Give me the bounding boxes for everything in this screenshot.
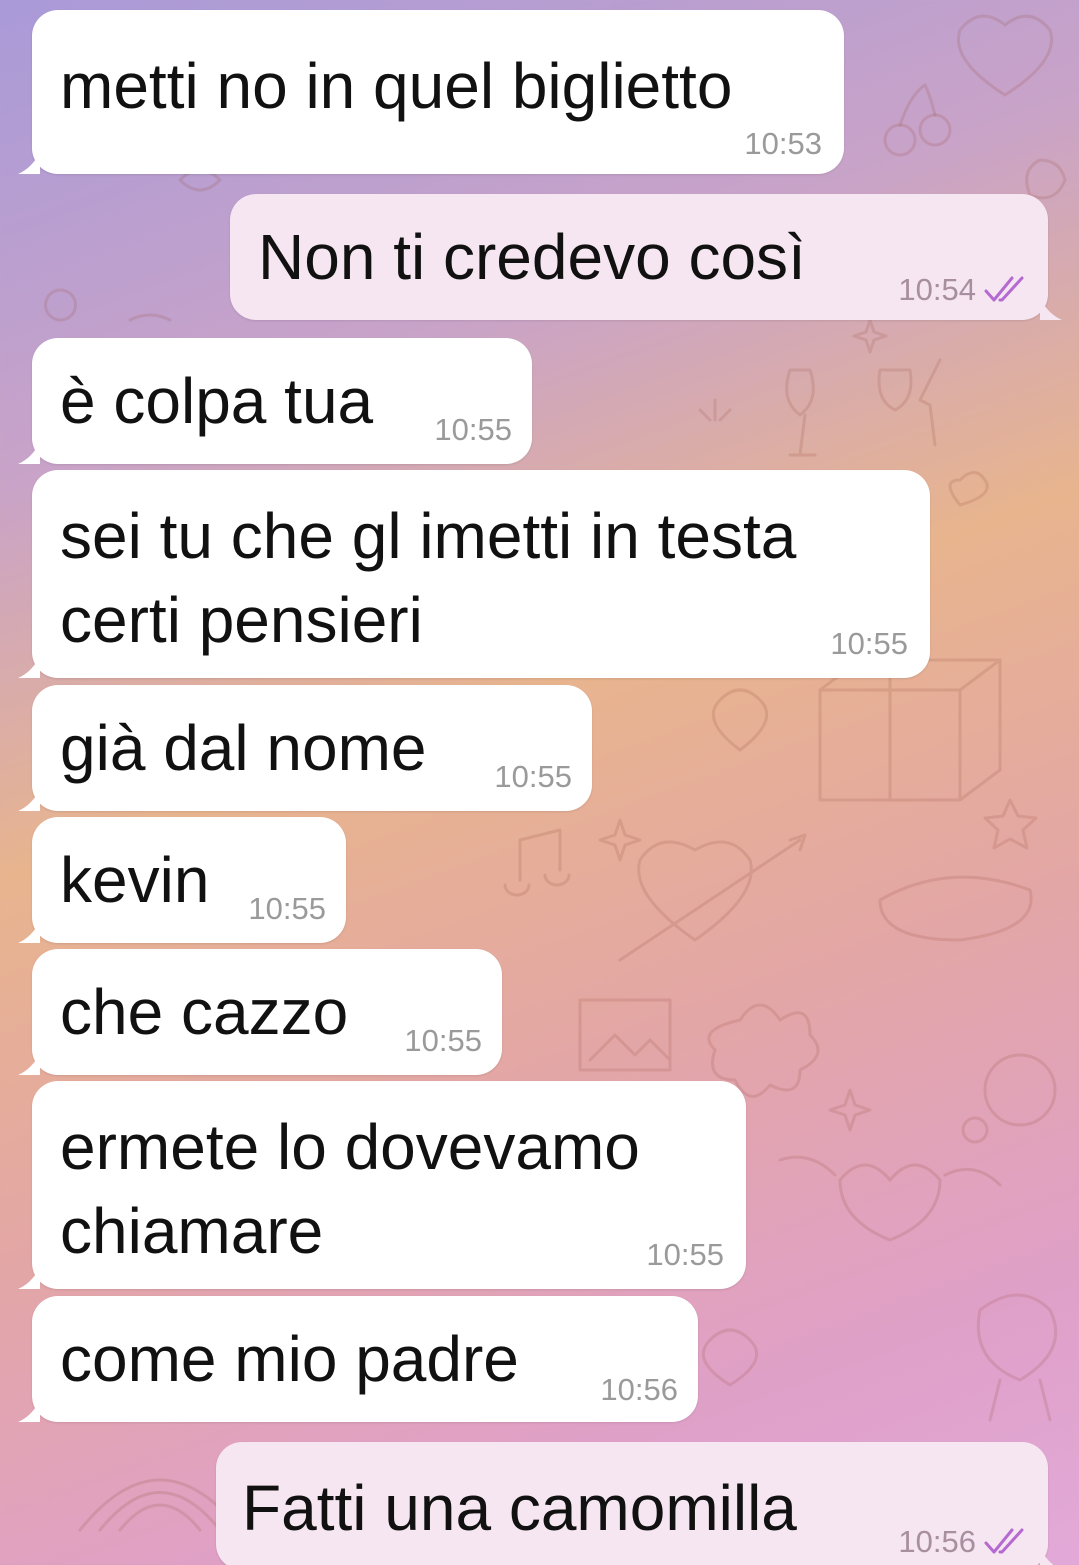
bubble-tail-icon (18, 789, 40, 811)
message-text: metti no in quel biglietto (60, 50, 733, 122)
message-text: Fatti una camomilla (242, 1472, 797, 1544)
message-bubble[interactable]: metti no in quel biglietto 10:53 (18, 10, 844, 174)
message-text: è colpa tua (60, 365, 374, 437)
message-time: 10:55 (830, 626, 908, 661)
message-text-line: certi pensieri (60, 584, 423, 656)
bubble-tail-icon (18, 442, 40, 464)
message-time: 10:55 (404, 1023, 482, 1058)
bubble-tail-icon (1040, 1548, 1054, 1565)
message-time: 10:53 (744, 126, 822, 161)
bubble-tail-icon (18, 1267, 40, 1289)
message-text: che cazzo (60, 976, 349, 1048)
message-text: Non ti credevo così (258, 221, 806, 293)
message-time: 10:55 (434, 412, 512, 447)
message-text-line: ermete lo dovevamo (60, 1111, 640, 1183)
message-text: kevin (60, 844, 210, 916)
message-text-line: sei tu che gl imetti in testa (60, 500, 797, 572)
message-bubble[interactable]: già dal nome 10:55 (18, 685, 592, 811)
message-bubble[interactable]: Non ti credevo così 10:54 (230, 194, 1062, 320)
bubble-tail-icon (18, 1053, 40, 1075)
message-bubble[interactable]: Fatti una camomilla 10:56 (216, 1442, 1054, 1565)
bubble-tail-icon (18, 921, 40, 943)
bubble-tail-icon (18, 152, 40, 174)
message-time: 10:55 (494, 759, 572, 794)
bubble-tail-icon (1040, 298, 1062, 320)
message-time: 10:56 (898, 1524, 1028, 1560)
message-bubble[interactable]: che cazzo 10:55 (18, 949, 502, 1075)
message-time: 10:54 (898, 272, 1028, 308)
message-bubble[interactable]: sei tu che gl imetti in testa certi pens… (18, 470, 930, 678)
bubble-tail-icon (18, 656, 40, 678)
message-time: 10:55 (248, 891, 326, 926)
message-bubble[interactable]: kevin 10:55 (18, 817, 346, 943)
message-bubble[interactable]: è colpa tua 10:55 (18, 338, 532, 464)
message-bubble[interactable]: come mio padre 10:56 (18, 1296, 698, 1422)
double-check-icon (984, 1528, 1024, 1554)
message-text: già dal nome (60, 712, 427, 784)
bubble-tail-icon (18, 1400, 40, 1422)
message-text-line: chiamare (60, 1195, 324, 1267)
message-time: 10:55 (646, 1237, 724, 1272)
message-time: 10:56 (600, 1372, 678, 1407)
message-text: come mio padre (60, 1323, 519, 1395)
double-check-icon (984, 276, 1024, 302)
message-bubble[interactable]: ermete lo dovevamo chiamare 10:55 (18, 1081, 746, 1289)
